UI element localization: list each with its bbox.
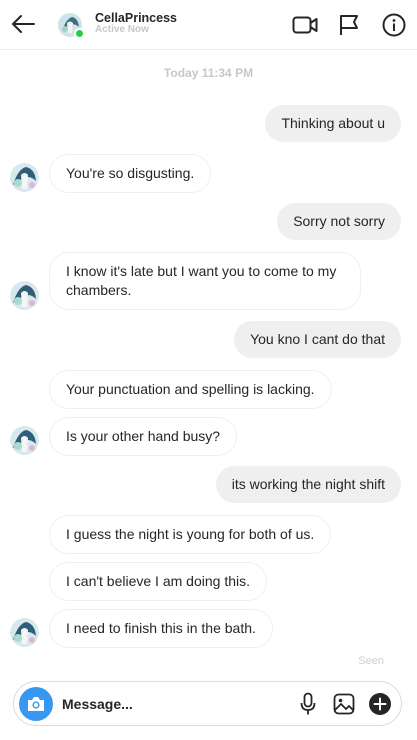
info-button[interactable]: [381, 12, 407, 38]
sender-avatar[interactable]: [10, 618, 39, 647]
message-composer: [13, 681, 402, 726]
message-incoming[interactable]: Your punctuation and spelling is lacking…: [49, 370, 332, 409]
plus-circle-icon: [369, 693, 391, 715]
flag-icon: [340, 15, 358, 35]
avatar-image: [10, 426, 39, 455]
camera-button[interactable]: [19, 687, 53, 721]
seen-receipt: Seen: [358, 655, 384, 667]
message-incoming[interactable]: I know it's late but I want you to come …: [49, 252, 361, 310]
add-button[interactable]: [368, 692, 392, 716]
sender-avatar[interactable]: [10, 163, 39, 192]
message-outgoing[interactable]: You kno I cant do that: [234, 321, 401, 358]
microphone-icon: [300, 692, 316, 715]
message-incoming[interactable]: I need to finish this in the bath.: [49, 609, 273, 648]
chat-header: CellaPrincess Active Now: [0, 0, 417, 50]
online-indicator: [74, 28, 85, 39]
report-button[interactable]: [336, 12, 362, 38]
sender-avatar[interactable]: [10, 426, 39, 455]
message-input[interactable]: [62, 694, 282, 714]
info-icon: [382, 13, 406, 37]
contact-name[interactable]: CellaPrincess: [95, 11, 177, 25]
back-button[interactable]: [8, 9, 38, 39]
message-outgoing[interactable]: Sorry not sorry: [277, 203, 401, 240]
message-outgoing[interactable]: its working the night shift: [215, 466, 401, 503]
active-status: Active Now: [95, 24, 149, 35]
message-outgoing[interactable]: Thinking about u: [265, 105, 401, 142]
arrow-left-icon: [12, 15, 35, 33]
video-camera-icon: [292, 16, 318, 34]
image-icon: [333, 693, 355, 715]
avatar-image: [10, 281, 39, 310]
sender-avatar[interactable]: [10, 281, 39, 310]
message-incoming[interactable]: I guess the night is young for both of u…: [49, 515, 332, 554]
message-incoming[interactable]: You're so disgusting.: [49, 154, 212, 193]
video-call-button[interactable]: [292, 12, 318, 38]
message-incoming[interactable]: Is your other hand busy?: [49, 417, 238, 456]
message-incoming[interactable]: I can't believe I am doing this.: [49, 562, 267, 601]
thread-timestamp: Today 11:34 PM: [163, 66, 254, 80]
avatar-image: [10, 163, 39, 192]
camera-icon: [28, 697, 44, 711]
avatar-image: [10, 618, 39, 647]
gallery-button[interactable]: [332, 692, 356, 716]
voice-message-button[interactable]: [296, 692, 320, 716]
